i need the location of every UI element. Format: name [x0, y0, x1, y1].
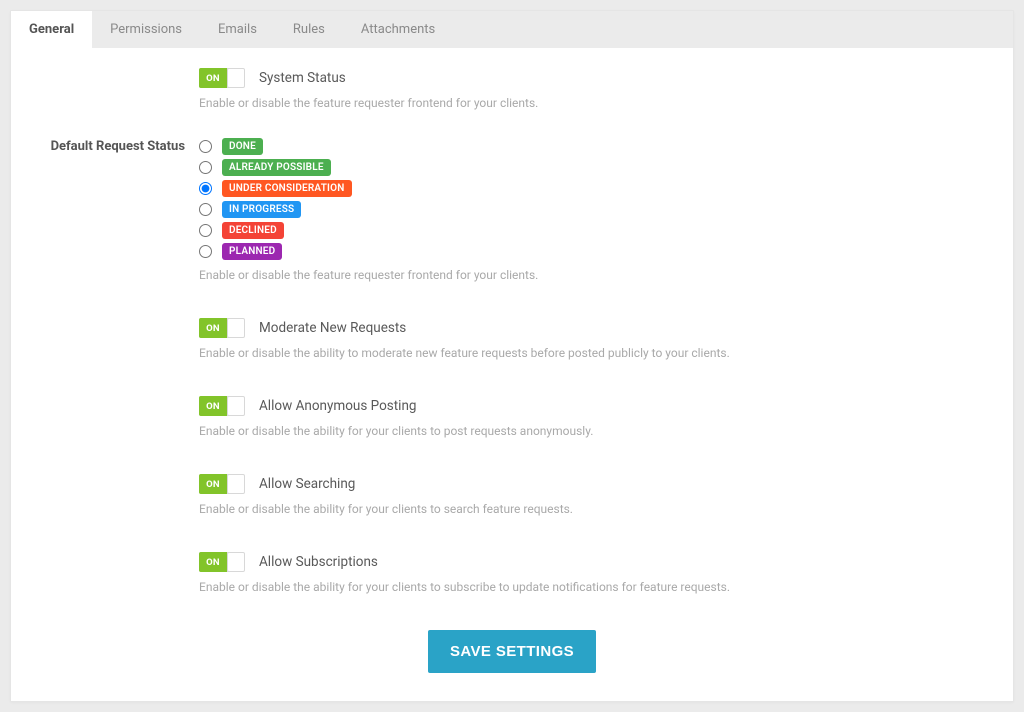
- status-option-radio[interactable]: [199, 140, 212, 153]
- status-badge: UNDER CONSIDERATION: [222, 180, 352, 197]
- status-badge: DECLINED: [222, 222, 284, 239]
- status-option[interactable]: DONE: [199, 138, 973, 155]
- status-option[interactable]: UNDER CONSIDERATION: [199, 180, 973, 197]
- help-default-request-status: Enable or disable the feature requester …: [199, 268, 973, 282]
- status-option-radio[interactable]: [199, 245, 212, 258]
- tab-attachments[interactable]: Attachments: [343, 11, 453, 48]
- status-badge: ALREADY POSSIBLE: [222, 159, 331, 176]
- row-subscriptions: ON Allow Subscriptions Enable or disable…: [11, 552, 1013, 594]
- row-search: ON Allow Searching Enable or disable the…: [11, 474, 1013, 516]
- status-option[interactable]: IN PROGRESS: [199, 201, 973, 218]
- help-anonymous: Enable or disable the ability for your c…: [199, 424, 973, 438]
- row-system-status: ON System Status Enable or disable the f…: [11, 68, 1013, 110]
- status-badge: IN PROGRESS: [222, 201, 301, 218]
- toggle-knob: [227, 318, 245, 338]
- help-system-status: Enable or disable the feature requester …: [199, 96, 973, 110]
- toggle-system-status[interactable]: ON: [199, 68, 243, 88]
- toggle-anonymous[interactable]: ON: [199, 396, 243, 416]
- row-anonymous: ON Allow Anonymous Posting Enable or dis…: [11, 396, 1013, 438]
- label-search: Allow Searching: [259, 476, 355, 492]
- toggle-on-label: ON: [199, 396, 227, 416]
- status-option-radio[interactable]: [199, 203, 212, 216]
- label-subscriptions: Allow Subscriptions: [259, 554, 378, 570]
- status-options: DONE ALREADY POSSIBLE UNDER CONSIDERATION I…: [199, 138, 973, 260]
- label-system-status: System Status: [259, 70, 346, 86]
- save-settings-button[interactable]: SAVE SETTINGS: [428, 630, 596, 673]
- help-subscriptions: Enable or disable the ability for your c…: [199, 580, 973, 594]
- toggle-moderate[interactable]: ON: [199, 318, 243, 338]
- toggle-knob: [227, 552, 245, 572]
- tabs: General Permissions Emails Rules Attachm…: [11, 11, 1013, 48]
- tab-permissions[interactable]: Permissions: [92, 11, 200, 48]
- status-option-radio[interactable]: [199, 224, 212, 237]
- toggle-on-label: ON: [199, 318, 227, 338]
- toggle-knob: [227, 474, 245, 494]
- status-option[interactable]: PLANNED: [199, 243, 973, 260]
- label-moderate: Moderate New Requests: [259, 320, 406, 336]
- toggle-knob: [227, 68, 245, 88]
- help-search: Enable or disable the ability for your c…: [199, 502, 973, 516]
- status-option-radio[interactable]: [199, 161, 212, 174]
- toggle-knob: [227, 396, 245, 416]
- label-anonymous: Allow Anonymous Posting: [259, 398, 417, 414]
- settings-panel: General Permissions Emails Rules Attachm…: [10, 10, 1014, 702]
- row-default-request-status: Default Request Status DONE ALREADY POSSI…: [11, 138, 1013, 282]
- status-option-radio[interactable]: [199, 182, 212, 195]
- row-moderate: ON Moderate New Requests Enable or disab…: [11, 318, 1013, 360]
- toggle-on-label: ON: [199, 552, 227, 572]
- status-option[interactable]: ALREADY POSSIBLE: [199, 159, 973, 176]
- toggle-subscriptions[interactable]: ON: [199, 552, 243, 572]
- toggle-search[interactable]: ON: [199, 474, 243, 494]
- status-option[interactable]: DECLINED: [199, 222, 973, 239]
- status-badge: PLANNED: [222, 243, 282, 260]
- tab-rules[interactable]: Rules: [275, 11, 343, 48]
- tab-emails[interactable]: Emails: [200, 11, 275, 48]
- help-moderate: Enable or disable the ability to moderat…: [199, 346, 973, 360]
- toggle-on-label: ON: [199, 68, 227, 88]
- tab-general[interactable]: General: [11, 11, 92, 48]
- status-badge: DONE: [222, 138, 263, 155]
- label-default-request-status: Default Request Status: [11, 138, 199, 282]
- toggle-on-label: ON: [199, 474, 227, 494]
